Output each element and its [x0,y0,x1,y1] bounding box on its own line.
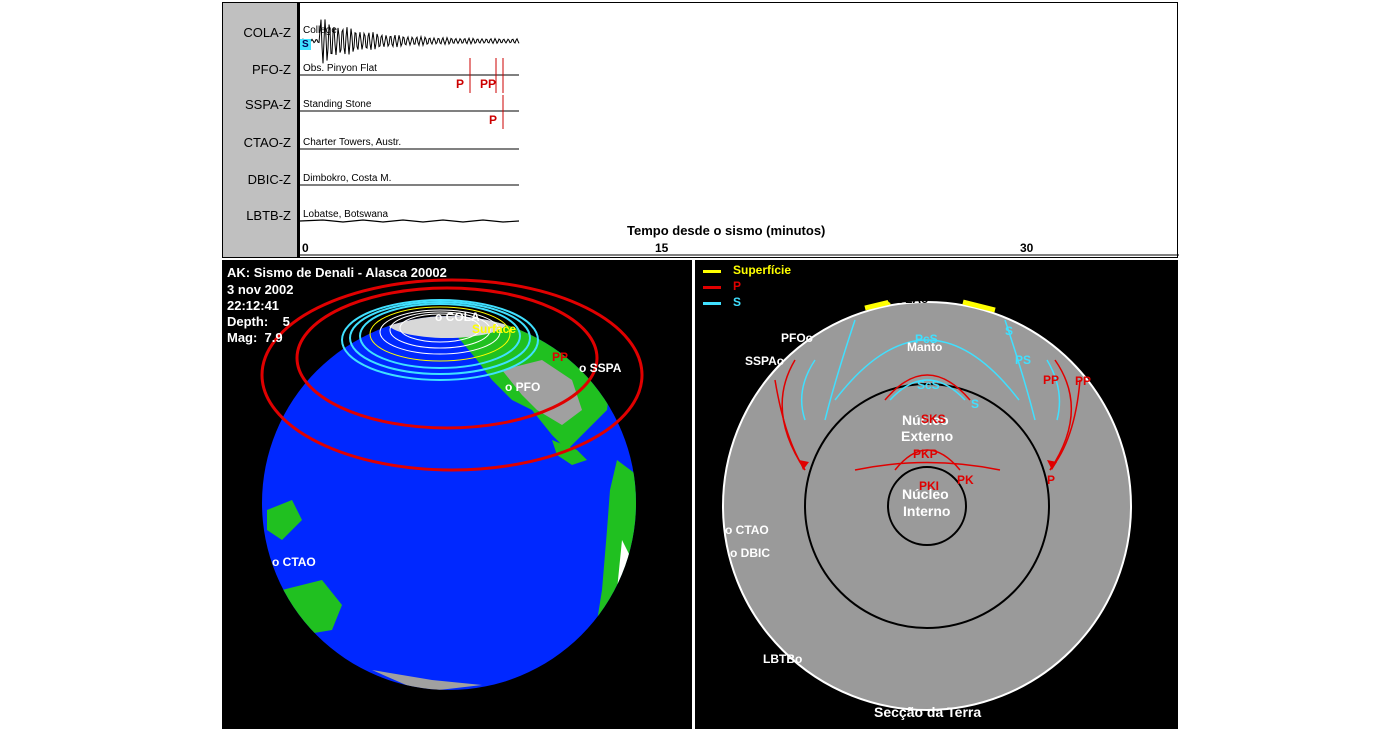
section-caption: Secção da Terra [874,704,982,720]
station-sspa: SSPAo [745,354,785,368]
station-lbtb: LBTBo [763,652,803,666]
phase-pp: PP [1043,373,1060,387]
station-ctao: o CTAO [725,523,769,537]
phase-sks: SKS [921,412,946,426]
station-name: Dimbokro, Costa M. [303,173,392,184]
legend-swatch-surface [703,270,721,273]
legend-p: P [733,279,742,293]
event-date: 3 nov 2002 [227,282,294,297]
station-cola: COLAo [887,292,929,306]
legend-s: S [733,295,742,309]
station-pfo: PFOo [781,331,813,345]
phase-p: P [1047,473,1056,487]
time-tick: 15 [655,241,669,255]
event-depth: Depth: 5 [227,314,290,329]
event-time: 22:12:41 [227,298,280,313]
globe-panel: AK: Sismo de Denali - Alasca 20002 3 nov… [222,260,692,729]
surface-label: Surface [472,322,517,336]
phase-s: S [1005,324,1014,338]
station-name: Obs. Pinyon Flat [303,63,377,74]
phase-mark-s: S [300,39,311,50]
station-name: Charter Towers, Austr. [303,137,402,148]
layer-outer-core: Externo [901,428,954,444]
event-title: AK: Sismo de Denali - Alasca 20002 [227,265,447,280]
station-name: Lobatse, Botswana [303,209,389,220]
legend-swatch-p [703,286,721,289]
phase-pp: PP [1075,374,1092,388]
phase-pk: PK [957,473,974,487]
seismogram-panel: COLA-Z PFO-Z SSPA-Z CTAO-Z DBIC-Z LBTB-Z… [222,2,1179,258]
time-axis-title: Tempo desde o sismo (minutos) [627,223,826,238]
station-name: Standing Stone [303,99,372,110]
legend-surface: Superfície [733,263,792,277]
station-dbic: o DBIC [730,546,770,560]
phase-pki: PKI [919,479,940,493]
phase-s: S [971,397,980,411]
phase-pkp: PKP [913,447,938,461]
station-marker-ctao: o CTAO [272,555,316,569]
station-name: College [303,25,337,36]
station-marker-pfo: o PFO [505,380,541,394]
legend-swatch-s [703,302,721,305]
time-tick: 30 [1020,241,1034,255]
phase-mark-p: P [456,77,465,91]
phase-mark-pp: PP [480,77,497,91]
phase-mark-p: P [489,113,498,127]
event-magnitude: Mag: 7.9 [227,330,283,345]
pp-label: PP [552,350,569,364]
time-tick: 0 [302,241,309,255]
layer-inner-core: Interno [903,503,951,519]
phase-ps: PS [1015,353,1032,367]
globe-svg [260,278,644,690]
phase-pcs: PcS [915,332,938,346]
phase-scs: ScS [917,378,940,392]
station-marker-sspa: o SSPA [579,361,622,375]
earth-section-panel: Superfície P S COLAo PFOo SSPAo o CTAO o… [695,260,1178,729]
